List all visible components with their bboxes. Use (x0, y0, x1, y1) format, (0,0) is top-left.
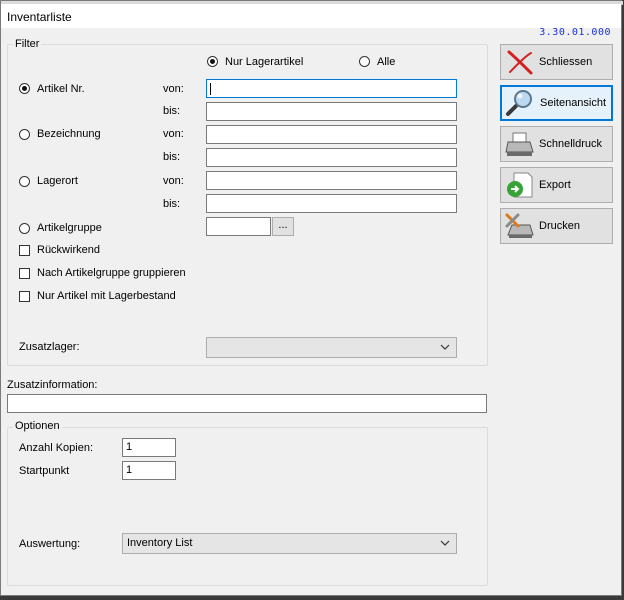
nur-lagerbestand-checkbox[interactable] (19, 291, 30, 302)
window-title: Inventarliste (7, 10, 72, 24)
export-button[interactable]: Export (500, 167, 613, 203)
lagerort-bis-label: bis: (163, 198, 181, 210)
bezeichnung-label[interactable]: Bezeichnung (37, 128, 101, 140)
artikel-nr-bis-label: bis: (163, 105, 181, 117)
artikel-nr-bis-input[interactable] (206, 102, 457, 121)
zusatzinformation-input[interactable] (7, 394, 487, 413)
startpunkt-label: Startpunkt (19, 465, 70, 477)
rueckwirkend-label[interactable]: Rückwirkend (37, 244, 100, 256)
text-caret (210, 83, 211, 95)
rueckwirkend-checkbox[interactable] (19, 245, 30, 256)
artikelgruppe-radio[interactable] (19, 223, 30, 234)
auswertung-value: Inventory List (127, 537, 193, 549)
drucken-label: Drucken (539, 220, 580, 232)
artikelgruppe-browse-button[interactable]: ... (272, 217, 294, 236)
bezeichnung-bis-input[interactable] (206, 148, 457, 167)
inventarliste-window: Inventarliste 3.30.01.000 Filter Nur Lag… (0, 0, 623, 596)
export-label: Export (539, 179, 571, 191)
bezeichnung-von-label: von: (163, 128, 184, 140)
schliessen-button[interactable]: Schliessen (500, 44, 613, 80)
lagerort-radio[interactable] (19, 176, 30, 187)
auswertung-label: Auswertung: (19, 538, 81, 550)
seitenansicht-button[interactable]: Seitenansicht (500, 85, 613, 121)
zusatzlager-label: Zusatzlager: (19, 341, 80, 353)
export-icon (507, 172, 533, 198)
title-bar: Inventarliste (1, 4, 621, 28)
optionen-legend: Optionen (13, 420, 62, 432)
nur-lagerartikel-radio[interactable] (207, 56, 218, 67)
zusatzlager-select[interactable] (206, 337, 457, 358)
lagerort-bis-input[interactable] (206, 194, 457, 213)
nur-lagerbestand-label[interactable]: Nur Artikel mit Lagerbestand (37, 290, 176, 302)
auswertung-select[interactable]: Inventory List (122, 533, 457, 554)
filter-legend: Filter (13, 38, 42, 50)
seitenansicht-label: Seitenansicht (540, 97, 607, 109)
alle-label[interactable]: Alle (377, 56, 395, 68)
startpunkt-input[interactable]: 1 (122, 461, 176, 480)
artikel-nr-radio[interactable] (19, 83, 30, 94)
artikelgruppe-label[interactable]: Artikelgruppe (37, 222, 102, 234)
artikel-nr-label[interactable]: Artikel Nr. (37, 83, 85, 95)
chevron-down-icon (440, 344, 450, 350)
alle-radio[interactable] (359, 56, 370, 67)
bezeichnung-bis-label: bis: (163, 151, 181, 163)
artikelgruppe-gruppieren-checkbox[interactable] (19, 268, 30, 279)
drucken-button[interactable]: Drucken (500, 208, 613, 244)
anzahl-kopien-input[interactable]: 1 (122, 438, 176, 457)
magnifier-icon (506, 90, 532, 116)
lagerort-label[interactable]: Lagerort (37, 175, 78, 187)
version-label: 3.30.01.000 (539, 27, 611, 38)
print-settings-icon (505, 213, 534, 238)
zusatzinformation-label: Zusatzinformation: (7, 379, 98, 391)
lagerort-von-label: von: (163, 175, 184, 187)
chevron-down-icon (440, 540, 450, 546)
close-x-icon (507, 50, 533, 75)
anzahl-kopien-label: Anzahl Kopien: (19, 442, 93, 454)
artikel-nr-von-input[interactable] (206, 79, 457, 98)
schnelldruck-label: Schnelldruck (539, 138, 602, 150)
nur-lagerartikel-label[interactable]: Nur Lagerartikel (225, 56, 303, 68)
artikelgruppe-input[interactable] (206, 217, 271, 236)
schnelldruck-button[interactable]: Schnelldruck (500, 126, 613, 162)
schliessen-label: Schliessen (539, 56, 593, 68)
printer-icon (505, 132, 534, 156)
lagerort-von-input[interactable] (206, 171, 457, 190)
bezeichnung-von-input[interactable] (206, 125, 457, 144)
artikel-nr-von-label: von: (163, 83, 184, 95)
artikelgruppe-gruppieren-label[interactable]: Nach Artikelgruppe gruppieren (37, 267, 186, 279)
bezeichnung-radio[interactable] (19, 129, 30, 140)
